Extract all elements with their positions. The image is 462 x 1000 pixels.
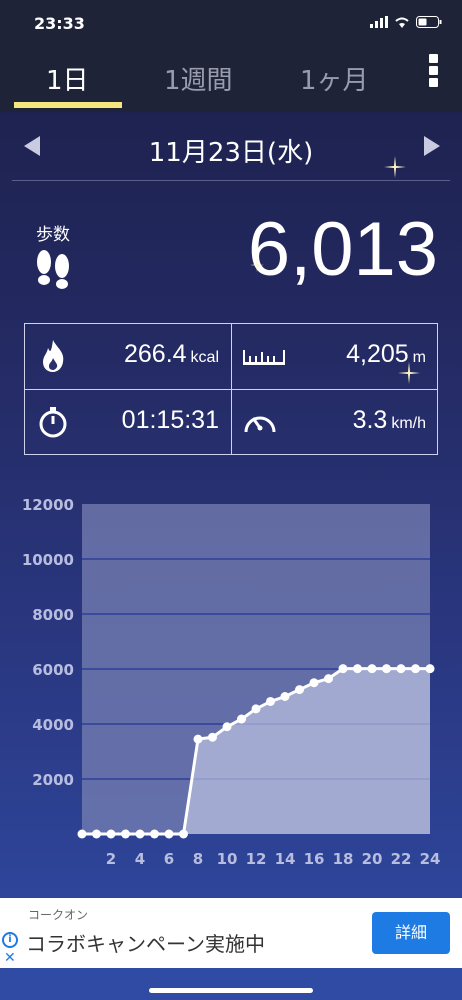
data-point (222, 722, 232, 732)
sparkle-icon (250, 258, 264, 272)
x-tick-label: 14 (275, 850, 296, 868)
data-point (193, 734, 203, 744)
tab-1-month[interactable]: 1ヶ月 (300, 60, 369, 97)
data-point (338, 664, 348, 674)
data-point (382, 664, 391, 674)
data-point (411, 664, 420, 674)
sparkle-icon (398, 362, 420, 384)
ruler-icon (243, 350, 285, 365)
y-tick-label: 4000 (32, 716, 74, 734)
sparkle-icon (384, 156, 406, 178)
y-tick-label: 8000 (32, 606, 74, 624)
data-point (179, 829, 188, 839)
x-tick-label: 20 (362, 850, 383, 868)
footprints-icon (37, 250, 69, 289)
tab-1-week[interactable]: 1週間 (164, 60, 233, 97)
home-indicator[interactable] (149, 988, 313, 993)
data-point (396, 664, 406, 674)
data-point (425, 664, 435, 674)
status-time: 23:33 (34, 14, 85, 33)
data-point (324, 674, 333, 684)
y-tick-label: 6000 (32, 661, 74, 679)
data-point (280, 692, 290, 701)
calories-value-row: 266.4 kcal (124, 340, 219, 369)
ad-details-button[interactable]: 詳細 (372, 912, 450, 954)
tab-1-day[interactable]: 1日 (46, 60, 89, 97)
status-bar: 23:33 (0, 0, 462, 44)
battery-icon (416, 16, 442, 28)
x-tick-label: 8 (193, 850, 203, 868)
calories-cell: 266.4 kcal (25, 324, 231, 389)
info-icon[interactable]: i (2, 932, 18, 948)
x-tick-label: 12 (246, 850, 267, 868)
period-tabs: 1日 1週間 1ヶ月 (0, 52, 462, 110)
x-tick-label: 10 (217, 850, 238, 868)
x-tick-label: 22 (391, 850, 412, 868)
flame-icon (43, 340, 64, 372)
wifi-icon (395, 17, 409, 28)
more-menu-icon[interactable] (426, 54, 440, 88)
divider (12, 180, 450, 181)
data-point (208, 732, 217, 742)
duration-cell: 01:15:31 (25, 390, 231, 455)
status-icons (370, 16, 442, 28)
next-day-icon[interactable] (424, 136, 440, 156)
steps-chart-svg: 200040006000800010000120002 4 6 8 10 12 14 16 18… (22, 496, 441, 868)
data-point (237, 714, 246, 724)
speed-cell: 3.3 km/h (232, 390, 438, 455)
ad-banner[interactable]: i ✕ コークオン コラボキャンペーン実施中 詳細 (0, 898, 462, 968)
x-tick-label: 18 (333, 850, 354, 868)
data-point (150, 829, 159, 839)
speed-value-row: 3.3 km/h (353, 406, 426, 435)
data-point (121, 829, 130, 839)
calories-unit: kcal (190, 349, 219, 366)
ad-sponsor: コークオン (28, 908, 89, 922)
steps-label: 歩数 (36, 225, 70, 245)
calories-value: 266.4 (123, 340, 187, 368)
speed-value: 3.3 (352, 406, 388, 434)
data-point (251, 704, 261, 714)
y-tick-label: 12000 (22, 496, 74, 514)
steps-chart: 2000 4000 6000 8000 10000 12000 2 4 6 8 10 12 14 16 18… (0, 490, 462, 870)
data-point (135, 829, 145, 839)
data-point (106, 829, 116, 839)
y-tick-label: 2000 (32, 771, 74, 789)
x-tick-label: 6 (164, 850, 174, 868)
data-point (77, 829, 87, 839)
x-tick-label: 4 (135, 850, 145, 868)
data-point (309, 678, 319, 688)
stats-grid: 266.4 kcal 4,205 m 01:15:31 3.3 km/h (24, 323, 438, 455)
x-tick-label: 24 (420, 850, 441, 868)
x-tick-label: 2 (106, 850, 116, 868)
data-point (367, 664, 377, 674)
x-tick-label: 16 (304, 850, 325, 868)
speedometer-icon (244, 416, 276, 433)
data-point (92, 829, 101, 839)
y-tick-label: 10000 (22, 551, 74, 569)
steps-value: 6,013 (247, 207, 438, 292)
stopwatch-icon (39, 407, 67, 438)
data-point (164, 829, 174, 839)
signal-icon (370, 16, 388, 28)
speed-unit: km/h (391, 415, 426, 432)
data-point (266, 696, 275, 706)
data-point (353, 664, 362, 674)
close-ad-icon[interactable]: ✕ (4, 950, 16, 966)
home-indicator-area (0, 968, 462, 1000)
active-tab-indicator (14, 102, 122, 108)
duration-value: 01:15:31 (121, 406, 219, 434)
data-point (295, 685, 304, 695)
ad-title: コラボキャンペーン実施中 (26, 932, 265, 956)
